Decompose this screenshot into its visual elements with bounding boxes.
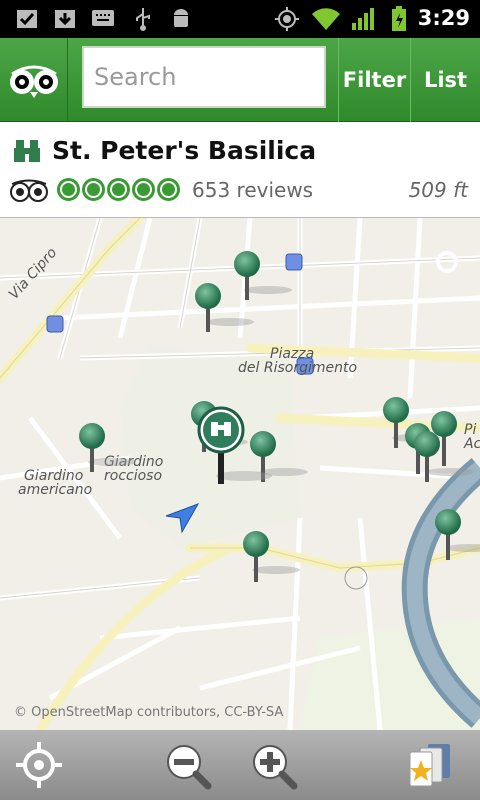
status-bar: 3:29 — [0, 0, 480, 38]
clock: 3:29 — [417, 6, 470, 30]
binoculars-icon — [14, 140, 40, 162]
usb-icon — [136, 8, 150, 31]
map-view[interactable]: Via Cipro Piazza del Risorgimento Giardi… — [0, 218, 480, 730]
owl-logo-icon — [10, 65, 58, 98]
map-copyright: © OpenStreetMap contributors, CC-BY-SA — [14, 705, 284, 720]
rating-bubble — [157, 178, 180, 201]
zoom-out-icon[interactable] — [160, 738, 214, 792]
place-info-panel[interactable]: St. Peter's Basilica 653 reviews 509 ft — [0, 122, 480, 218]
distance-label: 509 ft — [408, 178, 468, 202]
my-location-icon[interactable] — [12, 738, 66, 792]
rating-bubble — [107, 178, 130, 201]
android-icon — [174, 9, 188, 27]
rating-bubbles — [57, 178, 180, 201]
place-label: roccioso — [104, 468, 163, 484]
list-button[interactable]: List — [410, 38, 480, 122]
review-count[interactable]: 653 reviews — [192, 178, 313, 202]
map-toolbar — [0, 730, 480, 800]
place-label: americano — [18, 482, 93, 498]
filter-button[interactable]: Filter — [338, 38, 410, 122]
battery-icon — [392, 6, 406, 31]
checkbox-icon — [17, 10, 37, 28]
tripadvisor-logo-button[interactable] — [0, 38, 68, 122]
rating-bubble — [82, 178, 105, 201]
search-box[interactable] — [82, 46, 326, 108]
wifi-icon — [312, 8, 340, 30]
keyboard-icon — [92, 10, 114, 26]
rating-bubble — [57, 178, 80, 201]
owl-rating-icon — [10, 179, 48, 202]
saves-cards-icon[interactable] — [404, 738, 458, 792]
gps-icon — [275, 7, 299, 31]
place-label: Ac — [464, 436, 480, 452]
app-header: Filter List — [0, 38, 480, 122]
search-input[interactable] — [84, 48, 324, 106]
zoom-in-icon[interactable] — [246, 738, 300, 792]
place-title: St. Peter's Basilica — [52, 136, 317, 165]
download-icon — [55, 10, 75, 28]
signal-icon — [352, 8, 374, 30]
place-label: del Risorgimento — [238, 360, 358, 376]
rating-bubble — [132, 178, 155, 201]
